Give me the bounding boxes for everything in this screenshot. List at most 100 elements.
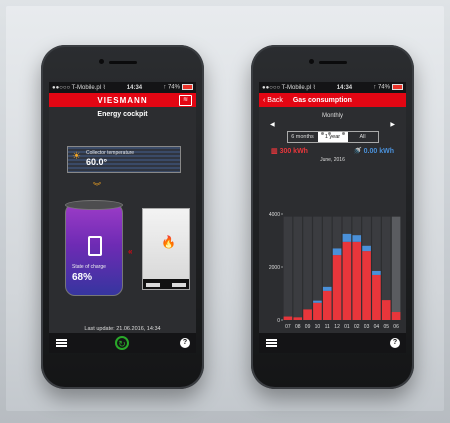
brand-logo: VIESMANN	[97, 95, 148, 105]
carrier-label: ●●○○○ T-Mobile.pl ⌇	[52, 85, 106, 91]
dhw-bar	[313, 300, 322, 303]
boiler-unit[interactable]: 🔥	[142, 208, 190, 290]
gas-bar	[352, 241, 362, 320]
dhw-bar	[372, 270, 381, 275]
gas-bar	[342, 241, 352, 320]
gas-total: ▥ 300 kWh	[271, 148, 308, 155]
sync-icon[interactable]: ↻	[115, 336, 129, 350]
right-phone: ●●○○○ T-Mobile.pl ⌇ 14:34 ↑ 74% ‹ Back G…	[251, 45, 414, 389]
y-tick-label: 2000	[269, 265, 280, 271]
boiler-vent	[172, 283, 186, 287]
storage-icon	[88, 236, 102, 256]
speaker	[319, 61, 347, 64]
collector-label: Collector temperature	[86, 150, 135, 156]
x-tick-label: 06	[393, 324, 399, 330]
dhw-total: 🚿 0.00 kWh	[352, 148, 394, 155]
gas-bar	[283, 316, 293, 320]
back-label: Back	[267, 96, 283, 104]
page-dot	[341, 132, 345, 135]
last-update: Last update: 21.06.2016, 14:34	[84, 326, 161, 332]
boiler-base	[143, 279, 189, 289]
page-dots	[259, 122, 406, 140]
y-tick-label: 4000	[269, 212, 280, 218]
nav-title: Gas consumption	[292, 96, 352, 104]
menu-icon[interactable]	[266, 339, 277, 347]
tank-cap	[65, 200, 123, 210]
dhw-total-value: 0.00 kWh	[363, 148, 394, 155]
header-bar: ‹ Back Gas consumption	[259, 93, 406, 107]
gas-bar	[303, 309, 312, 320]
x-tick-label: 02	[354, 324, 360, 330]
status-bar: ●●○○○ T-Mobile.pl ⌇ 14:34 ↑ 74%	[49, 82, 196, 93]
battery-percent: ↑ 74%	[373, 84, 390, 91]
heating-icon[interactable]: ≋	[179, 95, 192, 106]
page-dot	[320, 132, 324, 135]
gas-bar	[362, 251, 371, 320]
help-icon[interactable]: ?	[180, 338, 190, 348]
gas-consumption-screen: ●●○○○ T-Mobile.pl ⌇ 14:34 ↑ 74% ‹ Back G…	[259, 82, 406, 353]
gas-bar	[391, 312, 401, 320]
consumption-chart-svg: 07 08 09 10 11 12 01 02 03 04 05 06 0 2000 4000	[269, 212, 401, 330]
page-dot	[327, 132, 331, 135]
battery-percent: ↑ 74%	[163, 84, 180, 91]
page-title: Energy cockpit	[97, 111, 148, 118]
x-tick-label: 07	[285, 324, 291, 330]
consumption-chart: 07 08 09 10 11 12 01 02 03 04 05 06 0 2000 4000	[259, 210, 406, 340]
menu-icon[interactable]	[56, 339, 67, 347]
next-arrow-icon[interactable]: ▶	[390, 121, 395, 128]
gas-bar	[381, 300, 391, 320]
energy-cockpit-screen: ●●○○○ T-Mobile.pl ⌇ 14:34 ↑ 74% VIESMANN…	[49, 82, 196, 353]
bottom-toolbar: ↻ ?	[49, 333, 196, 353]
x-tick-label: 11	[325, 324, 330, 330]
gas-bar	[313, 302, 322, 320]
consumption-legend: ▥ 300 kWh 🚿 0.00 kWh	[271, 147, 394, 155]
gas-total-value: 300 kWh	[279, 148, 308, 155]
carrier-label: ●●○○○ T-Mobile.pl ⌇	[262, 85, 316, 91]
dhw-bar	[352, 235, 362, 242]
x-tick-label: 12	[334, 324, 340, 330]
bottom-toolbar: ?	[259, 333, 406, 353]
gas-bar	[322, 290, 332, 320]
status-bar: ●●○○○ T-Mobile.pl ⌇ 14:34 ↑ 74%	[259, 82, 406, 93]
speaker	[109, 61, 137, 64]
soc-label: State of charge	[72, 264, 106, 270]
flow-arrow-icon: «	[128, 247, 133, 256]
battery-label: ↑ 74%	[163, 84, 193, 91]
gas-bar	[372, 274, 381, 320]
background-bar	[391, 216, 401, 320]
sun-icon: ☀	[72, 151, 81, 162]
x-tick-label: 09	[305, 324, 311, 330]
x-tick-label: 05	[383, 324, 389, 330]
background-bar	[283, 216, 293, 320]
gas-bar	[293, 317, 303, 320]
back-button[interactable]: ‹ Back	[263, 97, 283, 104]
soc-value: 68%	[72, 272, 93, 283]
x-tick-label: 04	[374, 324, 380, 330]
dhw-bar	[332, 248, 342, 256]
battery-icon	[391, 84, 403, 91]
gas-bar	[332, 255, 342, 320]
current-period: June, 2016	[320, 157, 345, 163]
collector-value: 60.0°	[86, 157, 108, 167]
help-icon[interactable]: ?	[390, 338, 400, 348]
x-tick-label: 08	[295, 324, 301, 330]
dhw-bar	[362, 245, 371, 252]
storage-tank[interactable]: State of charge 68%	[65, 200, 123, 296]
x-tick-label: 01	[344, 324, 350, 330]
x-tick-label: 10	[315, 324, 321, 330]
flame-icon: 🔥	[161, 235, 176, 249]
battery-label: ↑ 74%	[373, 84, 403, 91]
background-bar	[293, 216, 303, 320]
dhw-bar	[342, 233, 352, 242]
left-phone: ●●○○○ T-Mobile.pl ⌇ 14:34 ↑ 74% VIESMANN…	[41, 45, 204, 389]
clock: 14:34	[126, 84, 143, 91]
clock: 14:34	[336, 84, 353, 91]
page-dot-active	[334, 132, 338, 135]
camera	[309, 59, 314, 64]
battery-icon	[181, 84, 193, 91]
collector-panel[interactable]: ☀ Collector temperature 60.0°	[67, 146, 181, 173]
camera	[99, 59, 104, 64]
dhw-bar	[322, 286, 332, 291]
header-bar: VIESMANN ≋	[49, 93, 196, 107]
y-tick-label: 0	[277, 318, 280, 324]
